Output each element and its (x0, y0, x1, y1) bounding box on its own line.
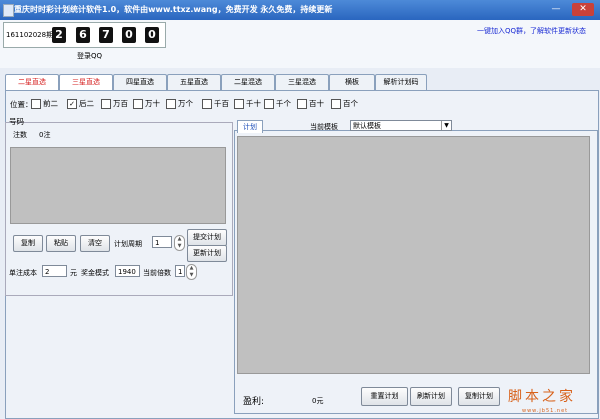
bet-count-value: 0注 (39, 131, 51, 139)
period-label: 161102028期 (6, 31, 54, 39)
submit-plan-button[interactable]: 提交计划 (187, 229, 227, 246)
tab-parse-plan-code[interactable]: 解析计划码 (375, 74, 427, 90)
window-title: 重庆时时彩计划统计软件1.0，软件由www.ttxz.wang，免费开发 永久免… (14, 5, 333, 14)
spin-down-icon[interactable]: ▼ (190, 272, 194, 278)
tab-five-star-direct[interactable]: 五星直选 (167, 74, 221, 90)
spin-up-icon[interactable]: ▲ (178, 236, 182, 242)
result-digit: 2 (52, 27, 66, 43)
tab-two-star-direct[interactable]: 二星直选 (5, 74, 59, 90)
login-qq-link[interactable]: 登录QQ (77, 51, 102, 61)
dropdown-arrow-icon[interactable]: ▼ (441, 121, 451, 130)
minimize-icon[interactable]: — (548, 3, 564, 16)
template-select[interactable]: 默认模板 ▼ (350, 120, 452, 131)
app-icon (3, 4, 14, 17)
current-multiple-label: 当前倍数 (143, 269, 171, 277)
title-bar: 重庆时时彩计划统计软件1.0，软件由www.ttxz.wang，免费开发 永久免… (0, 0, 600, 20)
checkbox-bai-ge[interactable]: 百个 (331, 98, 358, 109)
refresh-plan-button[interactable]: 刷新计划 (410, 387, 452, 406)
plan-cycle-label: 计划周期 (114, 240, 142, 248)
watermark-logo: 脚本之家 (508, 389, 576, 405)
checkbox-icon[interactable] (166, 99, 176, 109)
checkbox-icon[interactable] (202, 99, 212, 109)
result-digit: 6 (76, 27, 90, 43)
plan-cycle-spinner[interactable]: ▲ ▼ (174, 235, 185, 251)
checkbox-icon[interactable] (234, 99, 244, 109)
result-digit: 7 (99, 27, 113, 43)
code-textarea[interactable] (10, 147, 226, 224)
code-group-title: 号码 (9, 117, 24, 126)
prize-mode-input[interactable]: 1940 (115, 265, 140, 277)
checkbox-icon[interactable] (331, 99, 341, 109)
checkbox-icon[interactable]: ✓ (67, 99, 77, 109)
unit-cost-input[interactable]: 2 (42, 265, 67, 277)
checkbox-front-two[interactable]: 前二 (31, 98, 58, 109)
checkbox-icon[interactable] (297, 99, 307, 109)
tab-two-star-mixed[interactable]: 二星混选 (221, 74, 275, 90)
join-qq-group-link[interactable]: 一键加入QQ群，了解软件更新状态 (477, 26, 586, 36)
tab-four-star-direct[interactable]: 四星直选 (113, 74, 167, 90)
checkbox-icon[interactable] (31, 99, 41, 109)
unit-cost-label: 单注成本 (9, 269, 37, 277)
multiple-spinner[interactable]: ▲ ▼ (186, 264, 197, 280)
paste-button[interactable]: 粘贴 (46, 235, 76, 252)
clear-button[interactable]: 清空 (80, 235, 110, 252)
checkbox-icon[interactable] (264, 99, 274, 109)
checkbox-bai-shi[interactable]: 百十 (297, 98, 324, 109)
spin-down-icon[interactable]: ▼ (178, 243, 182, 249)
checkbox-qian-ge[interactable]: 千个 (264, 98, 291, 109)
spin-up-icon[interactable]: ▲ (190, 265, 194, 271)
checkbox-qian-bai[interactable]: 千百 (202, 98, 229, 109)
update-plan-button[interactable]: 更新计划 (187, 245, 227, 262)
copy-button[interactable]: 复制 (13, 235, 43, 252)
checkbox-icon[interactable] (133, 99, 143, 109)
template-value: 默认模板 (353, 122, 381, 130)
checkbox-wan-bai[interactable]: 万百 (101, 98, 128, 109)
tab-three-star-direct[interactable]: 三星直选 (59, 74, 113, 90)
tab-three-star-mixed[interactable]: 三星混选 (275, 74, 329, 90)
unit-label: 元 (70, 269, 77, 277)
profit-label: 盈利: (243, 397, 265, 407)
current-multiple-input[interactable]: 1 (175, 265, 185, 277)
tab-horizontal[interactable]: 横板 (329, 74, 375, 90)
plan-display-area[interactable] (237, 136, 590, 374)
copy-plan-button[interactable]: 复制计划 (458, 387, 500, 406)
position-label: 位置： (10, 100, 33, 109)
close-icon[interactable]: ✕ (572, 3, 594, 16)
checkbox-wan-shi[interactable]: 万十 (133, 98, 160, 109)
result-digit: 0 (122, 27, 136, 43)
result-digit: 0 (145, 27, 159, 43)
checkbox-icon[interactable] (101, 99, 111, 109)
checkbox-wan-ge[interactable]: 万个 (166, 98, 193, 109)
watermark-url: www.jb51.net (522, 408, 569, 414)
checkbox-back-two[interactable]: ✓ 后二 (67, 98, 94, 109)
plan-cycle-input[interactable]: 1 (152, 236, 172, 248)
template-label: 当前模板 (310, 123, 338, 131)
prize-mode-label: 奖金模式 (81, 269, 109, 277)
profit-value: 0元 (312, 397, 324, 405)
reset-plan-button[interactable]: 重置计划 (361, 387, 408, 406)
tab-plan[interactable]: 计划 (237, 120, 263, 133)
checkbox-qian-shi[interactable]: 千十 (234, 98, 261, 109)
bet-count-label: 注数 (13, 131, 27, 139)
